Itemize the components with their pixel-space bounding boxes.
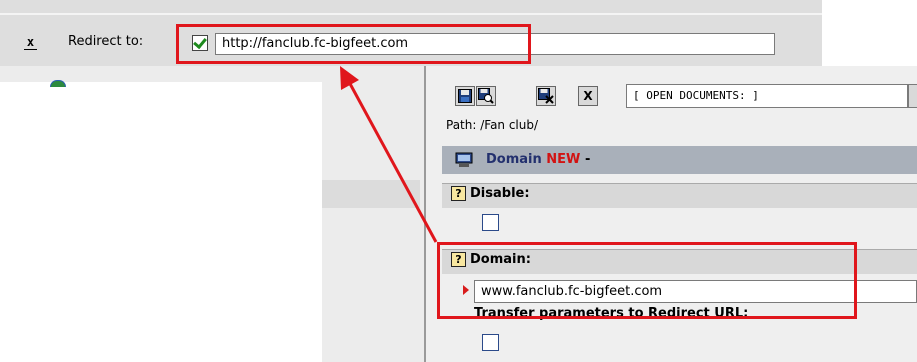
annotation-arrow xyxy=(340,66,438,243)
